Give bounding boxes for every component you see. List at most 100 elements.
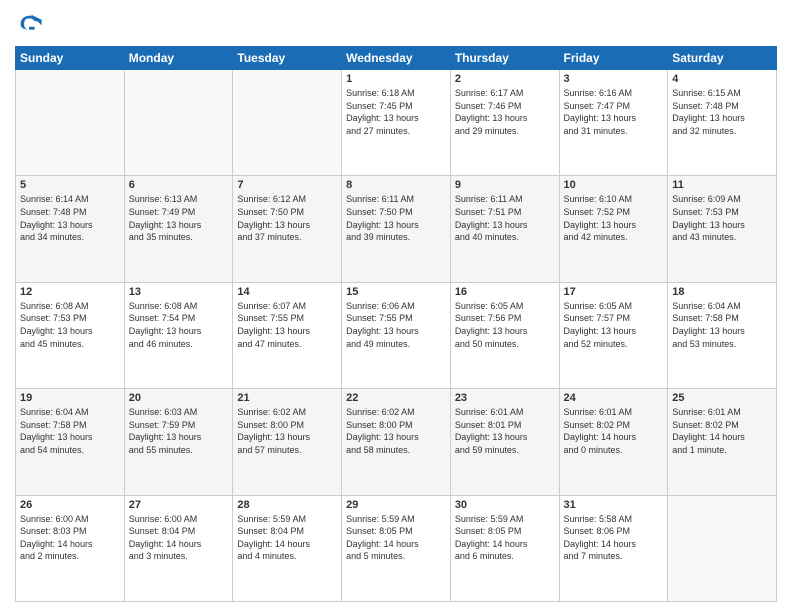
day-info: Sunrise: 6:04 AM Sunset: 7:58 PM Dayligh… — [672, 300, 772, 350]
day-number: 23 — [455, 392, 555, 404]
day-info: Sunrise: 6:03 AM Sunset: 7:59 PM Dayligh… — [129, 406, 229, 456]
cell-week1-day3 — [233, 70, 342, 176]
day-info: Sunrise: 6:00 AM Sunset: 8:03 PM Dayligh… — [20, 513, 120, 563]
day-number: 26 — [20, 499, 120, 511]
day-info: Sunrise: 6:14 AM Sunset: 7:48 PM Dayligh… — [20, 193, 120, 243]
col-header-monday: Monday — [124, 47, 233, 70]
cell-week3-day1: 12 Sunrise: 6:08 AM Sunset: 7:53 PM Dayli… — [16, 282, 125, 388]
cell-week5-day7 — [668, 495, 777, 601]
day-info: Sunrise: 6:01 AM Sunset: 8:02 PM Dayligh… — [672, 406, 772, 456]
calendar-table: SundayMondayTuesdayWednesdayThursdayFrid… — [15, 46, 777, 602]
day-number: 17 — [564, 286, 664, 298]
day-number: 24 — [564, 392, 664, 404]
cell-week5-day4: 29 Sunrise: 5:59 AM Sunset: 8:05 PM Dayli… — [342, 495, 451, 601]
day-info: Sunrise: 6:11 AM Sunset: 7:50 PM Dayligh… — [346, 193, 446, 243]
day-info: Sunrise: 6:10 AM Sunset: 7:52 PM Dayligh… — [564, 193, 664, 243]
day-info: Sunrise: 6:13 AM Sunset: 7:49 PM Dayligh… — [129, 193, 229, 243]
cell-week5-day2: 27 Sunrise: 6:00 AM Sunset: 8:04 PM Dayli… — [124, 495, 233, 601]
cell-week3-day5: 16Sunrise: 6:05 AM Sunset: 7:56 PM Dayli… — [450, 282, 559, 388]
week-row-3: 12 Sunrise: 6:08 AM Sunset: 7:53 PM Dayli… — [16, 282, 777, 388]
day-number: 9 — [455, 179, 555, 191]
week-row-5: 26 Sunrise: 6:00 AM Sunset: 8:03 PM Dayli… — [16, 495, 777, 601]
day-info: Sunrise: 6:16 AM Sunset: 7:47 PM Dayligh… — [564, 87, 664, 137]
day-number: 5 — [20, 179, 120, 191]
day-info: Sunrise: 6:01 AM Sunset: 8:02 PM Dayligh… — [564, 406, 664, 456]
day-number: 14 — [237, 286, 337, 298]
cell-week4-day5: 23 Sunrise: 6:01 AM Sunset: 8:01 PM Dayli… — [450, 389, 559, 495]
cell-week3-day4: 15 Sunrise: 6:06 AM Sunset: 7:55 PM Dayli… — [342, 282, 451, 388]
col-header-wednesday: Wednesday — [342, 47, 451, 70]
day-info: Sunrise: 6:02 AM Sunset: 8:00 PM Dayligh… — [237, 406, 337, 456]
day-info: Sunrise: 6:02 AM Sunset: 8:00 PM Dayligh… — [346, 406, 446, 456]
day-info: Sunrise: 6:08 AM Sunset: 7:53 PM Dayligh… — [20, 300, 120, 350]
cell-week1-day4: 1Sunrise: 6:18 AM Sunset: 7:45 PM Daylig… — [342, 70, 451, 176]
cell-week2-day7: 11 Sunrise: 6:09 AM Sunset: 7:53 PM Dayli… — [668, 176, 777, 282]
day-info: Sunrise: 6:17 AM Sunset: 7:46 PM Dayligh… — [455, 87, 555, 137]
day-info: Sunrise: 6:11 AM Sunset: 7:51 PM Dayligh… — [455, 193, 555, 243]
day-info: Sunrise: 6:05 AM Sunset: 7:56 PM Dayligh… — [455, 300, 555, 350]
day-info: Sunrise: 6:07 AM Sunset: 7:55 PM Dayligh… — [237, 300, 337, 350]
week-row-4: 19 Sunrise: 6:04 AM Sunset: 7:58 PM Dayli… — [16, 389, 777, 495]
day-number: 7 — [237, 179, 337, 191]
cell-week5-day5: 30Sunrise: 5:59 AM Sunset: 8:05 PM Dayli… — [450, 495, 559, 601]
day-info: Sunrise: 6:08 AM Sunset: 7:54 PM Dayligh… — [129, 300, 229, 350]
cell-week5-day6: 31Sunrise: 5:58 AM Sunset: 8:06 PM Dayli… — [559, 495, 668, 601]
day-number: 3 — [564, 73, 664, 85]
day-info: Sunrise: 6:05 AM Sunset: 7:57 PM Dayligh… — [564, 300, 664, 350]
day-number: 8 — [346, 179, 446, 191]
day-info: Sunrise: 6:09 AM Sunset: 7:53 PM Dayligh… — [672, 193, 772, 243]
page: SundayMondayTuesdayWednesdayThursdayFrid… — [0, 0, 792, 612]
cell-week1-day6: 3 Sunrise: 6:16 AM Sunset: 7:47 PM Daylig… — [559, 70, 668, 176]
week-row-2: 5 Sunrise: 6:14 AM Sunset: 7:48 PM Daylig… — [16, 176, 777, 282]
day-number: 10 — [564, 179, 664, 191]
day-info: Sunrise: 5:59 AM Sunset: 8:04 PM Dayligh… — [237, 513, 337, 563]
col-header-saturday: Saturday — [668, 47, 777, 70]
day-number: 25 — [672, 392, 772, 404]
day-number: 2 — [455, 73, 555, 85]
logo — [15, 10, 47, 38]
day-info: Sunrise: 6:04 AM Sunset: 7:58 PM Dayligh… — [20, 406, 120, 456]
day-number: 21 — [237, 392, 337, 404]
day-number: 28 — [237, 499, 337, 511]
day-number: 15 — [346, 286, 446, 298]
cell-week1-day2 — [124, 70, 233, 176]
col-header-sunday: Sunday — [16, 47, 125, 70]
col-header-friday: Friday — [559, 47, 668, 70]
cell-week2-day6: 10 Sunrise: 6:10 AM Sunset: 7:52 PM Dayli… — [559, 176, 668, 282]
day-info: Sunrise: 6:00 AM Sunset: 8:04 PM Dayligh… — [129, 513, 229, 563]
cell-week3-day3: 14 Sunrise: 6:07 AM Sunset: 7:55 PM Dayli… — [233, 282, 342, 388]
cell-week2-day1: 5 Sunrise: 6:14 AM Sunset: 7:48 PM Daylig… — [16, 176, 125, 282]
day-number: 30 — [455, 499, 555, 511]
day-number: 20 — [129, 392, 229, 404]
cell-week4-day4: 22Sunrise: 6:02 AM Sunset: 8:00 PM Dayli… — [342, 389, 451, 495]
day-info: Sunrise: 6:01 AM Sunset: 8:01 PM Dayligh… — [455, 406, 555, 456]
day-number: 11 — [672, 179, 772, 191]
day-info: Sunrise: 6:06 AM Sunset: 7:55 PM Dayligh… — [346, 300, 446, 350]
week-row-1: 1Sunrise: 6:18 AM Sunset: 7:45 PM Daylig… — [16, 70, 777, 176]
cell-week2-day5: 9 Sunrise: 6:11 AM Sunset: 7:51 PM Daylig… — [450, 176, 559, 282]
col-header-thursday: Thursday — [450, 47, 559, 70]
col-header-tuesday: Tuesday — [233, 47, 342, 70]
day-number: 12 — [20, 286, 120, 298]
day-number: 18 — [672, 286, 772, 298]
cell-week4-day7: 25 Sunrise: 6:01 AM Sunset: 8:02 PM Dayli… — [668, 389, 777, 495]
cell-week1-day1 — [16, 70, 125, 176]
cell-week4-day1: 19 Sunrise: 6:04 AM Sunset: 7:58 PM Dayli… — [16, 389, 125, 495]
logo-icon — [15, 10, 43, 38]
day-info: Sunrise: 6:15 AM Sunset: 7:48 PM Dayligh… — [672, 87, 772, 137]
day-number: 29 — [346, 499, 446, 511]
day-number: 27 — [129, 499, 229, 511]
header-row: SundayMondayTuesdayWednesdayThursdayFrid… — [16, 47, 777, 70]
day-info: Sunrise: 5:59 AM Sunset: 8:05 PM Dayligh… — [346, 513, 446, 563]
cell-week3-day7: 18 Sunrise: 6:04 AM Sunset: 7:58 PM Dayli… — [668, 282, 777, 388]
day-number: 4 — [672, 73, 772, 85]
cell-week2-day3: 7Sunrise: 6:12 AM Sunset: 7:50 PM Daylig… — [233, 176, 342, 282]
day-number: 19 — [20, 392, 120, 404]
cell-week5-day3: 28 Sunrise: 5:59 AM Sunset: 8:04 PM Dayli… — [233, 495, 342, 601]
header — [15, 10, 777, 38]
day-info: Sunrise: 6:18 AM Sunset: 7:45 PM Dayligh… — [346, 87, 446, 137]
cell-week5-day1: 26 Sunrise: 6:00 AM Sunset: 8:03 PM Dayli… — [16, 495, 125, 601]
cell-week4-day6: 24 Sunrise: 6:01 AM Sunset: 8:02 PM Dayli… — [559, 389, 668, 495]
cell-week1-day7: 4 Sunrise: 6:15 AM Sunset: 7:48 PM Daylig… — [668, 70, 777, 176]
cell-week1-day5: 2 Sunrise: 6:17 AM Sunset: 7:46 PM Daylig… — [450, 70, 559, 176]
